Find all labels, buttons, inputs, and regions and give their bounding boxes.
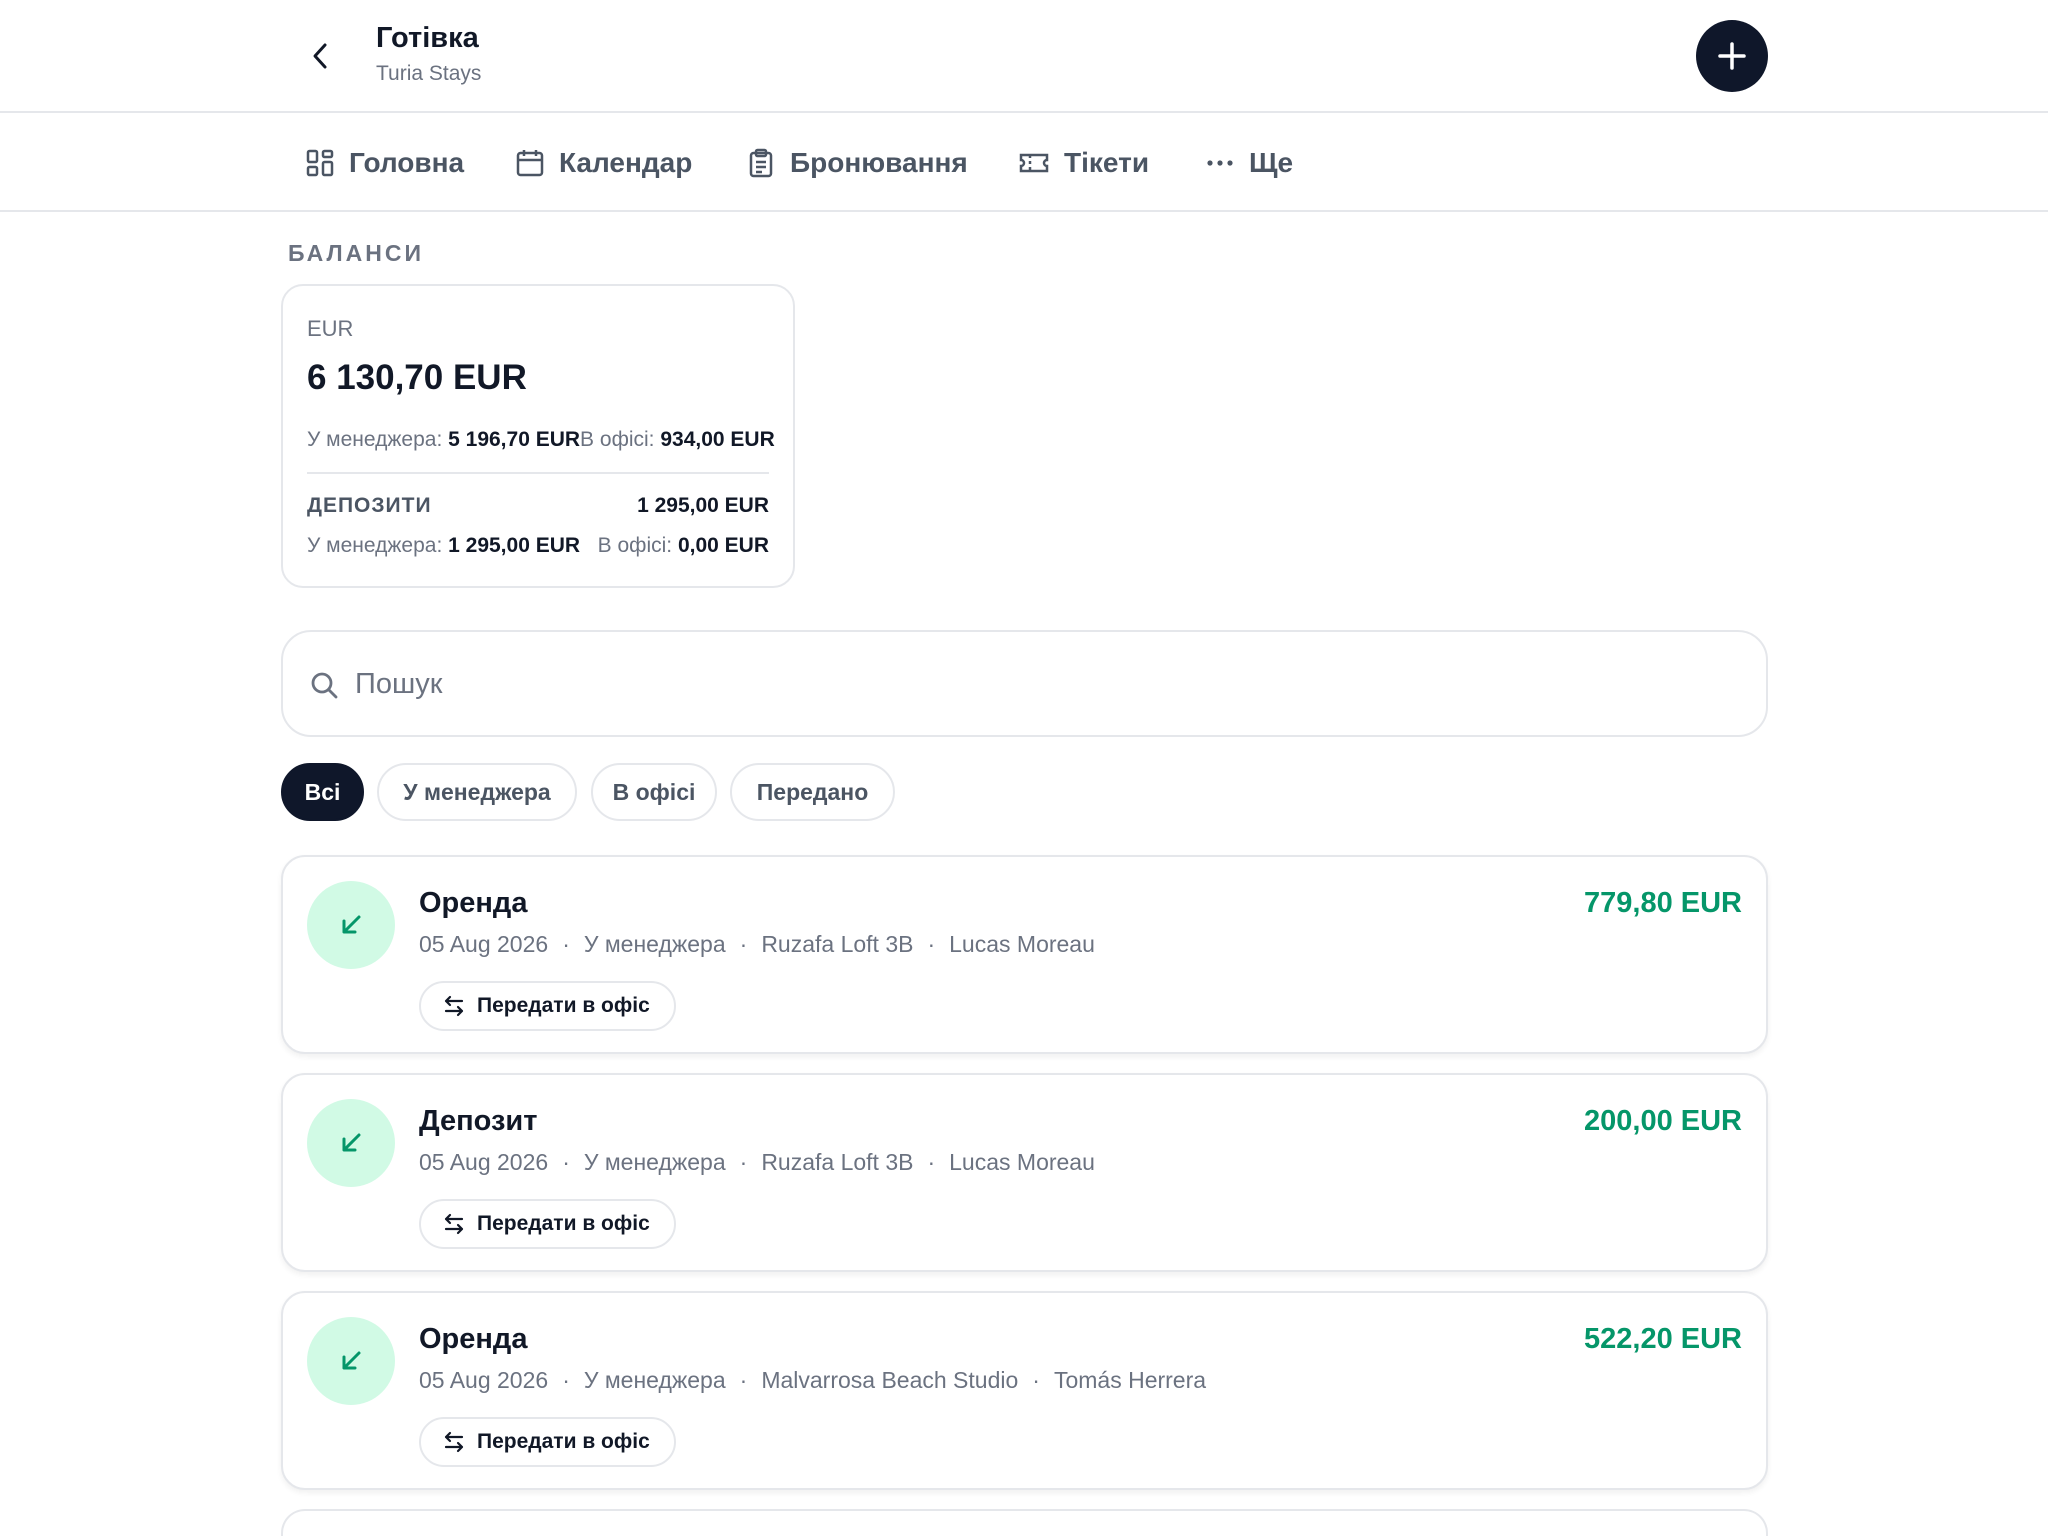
back-button[interactable] [300,36,340,76]
transfer-to-office-button[interactable]: Передати в офіс [419,981,676,1031]
arrow-down-left-icon [342,1133,361,1152]
balance-total: 6 130,70 EUR [307,358,527,397]
deposits-manager-label: У менеджера: [307,534,443,557]
balance-card: EUR 6 130,70 EUR У менеджера: 5 196,70 E… [281,284,795,588]
add-button[interactable] [1696,20,1768,92]
tab-bookings-label: Бронювання [790,147,968,178]
filter-office[interactable]: В офісі [591,763,717,821]
page-title: Готівка [376,22,479,54]
transaction-meta: 05 Aug 2026 · У менеджера · Malvarrosa Beach… [419,1367,1206,1394]
transaction-date: 05 Aug 2026 [419,1367,549,1393]
income-icon [307,881,395,969]
transaction-amount: 779,80 EUR [1584,887,1742,919]
transfer-button-label: Передати в офіс [477,1212,650,1235]
calendar-icon [516,150,544,177]
income-icon [307,1317,395,1405]
manager-value: 5 196,70 EUR [448,428,581,451]
filter-manager[interactable]: У менеджера [377,763,577,821]
tab-more[interactable]: Ще [1205,143,1293,183]
balances-heading: БАЛАНСИ [288,240,425,266]
deposits-office-value: 0,00 EUR [677,534,769,557]
transaction-card[interactable]: Депозит 05 Aug 2026 · У менеджера · Ruzafa L… [281,1073,1768,1272]
transaction-date: 05 Aug 2026 [419,931,549,957]
tab-more-label: Ще [1249,147,1294,178]
meta-separator: · [927,931,936,957]
chevron-left-icon [313,43,327,69]
filter-all[interactable]: Всі [281,763,364,821]
transaction-date: 05 Aug 2026 [419,1149,549,1175]
transaction-status: У менеджера [583,931,726,957]
transfer-button-label: Передати в офіс [477,1430,650,1453]
meta-separator: · [739,1367,748,1393]
balance-currency: EUR [307,316,354,341]
transaction-status: У менеджера [583,1367,726,1393]
transfer-to-office-button[interactable]: Передати в офіс [419,1199,676,1249]
income-icon [307,1099,395,1187]
grid-icon [306,149,334,177]
transaction-guest: Lucas Moreau [949,931,1095,957]
app-header: Готівка Turia Stays [0,0,2048,113]
deposits-label: ДЕПОЗИТИ [307,494,432,517]
transaction-title: Депозит [419,1105,538,1137]
filter-transferred[interactable]: Передано [730,763,895,821]
transaction-property: Ruzafa Loft 3B [761,931,914,957]
meta-separator: · [562,931,570,957]
balance-divider [307,472,769,474]
transaction-property: Malvarrosa Beach Studio [761,1367,1019,1393]
tab-bookings[interactable]: Бронювання [746,143,968,183]
tab-tickets-label: Тікети [1064,147,1150,178]
clipboard-icon [749,148,773,178]
tab-calendar-label: Календар [559,147,693,178]
search-icon [311,672,338,699]
office-label: В офісі: [580,428,655,451]
manager-label: У менеджера: [307,428,443,451]
deposits-total-value: 1 295,00 EUR [637,494,769,517]
meta-separator: · [1032,1367,1040,1393]
meta-separator: · [927,1149,936,1175]
transaction-meta: 05 Aug 2026 · У менеджера · Ruzafa Loft 3B · L… [419,1149,1095,1176]
tab-home[interactable]: Головна [305,143,464,183]
transaction-title: Оренда [419,887,528,919]
transaction-guest: Lucas Moreau [949,1149,1095,1175]
meta-separator: · [739,1149,748,1175]
tab-home-label: Головна [349,147,465,178]
more-icon [1207,160,1233,166]
transfer-to-office-button[interactable]: Передати в офіс [419,1417,676,1467]
page-subtitle: Turia Stays [376,62,482,85]
meta-separator: · [562,1367,570,1393]
transaction-status: У менеджера [583,1149,726,1175]
deposits-office-label: В офісі: [597,534,673,557]
tab-nav: Головна Календар Бронювання Тікети Ще [0,113,2048,212]
meta-separator: · [739,931,748,957]
search-input[interactable] [355,662,1735,706]
transaction-amount: 200,00 EUR [1584,1105,1742,1137]
deposits-office: В офісі: 0,00 EUR [598,534,769,558]
deposits-manager-value: 1 295,00 EUR [448,534,581,557]
transaction-title: Оренда [419,1323,528,1355]
transaction-amount: 522,20 EUR [1584,1323,1742,1355]
search-box [281,630,1768,737]
office-value: 934,00 EUR [660,428,775,451]
meta-separator: · [562,1149,570,1175]
deposits-total: 1 295,00 EUR [637,494,769,518]
transfer-icon [444,1431,464,1453]
transaction-card[interactable]: Оренда 05 Aug 2026 · У менеджера · Malvarros… [281,1291,1768,1490]
transaction-property: Ruzafa Loft 3B [761,1149,914,1175]
plus-icon [1718,42,1746,70]
transaction-card[interactable]: Оренда 05 Aug 2026 · У менеджера · Ruzafa Lo… [281,855,1768,1054]
balance-split: У менеджера: 5 196,70 EURВ офісі: 934,00… [307,428,775,452]
transfer-icon [444,1213,464,1235]
arrow-down-left-icon [342,1351,361,1370]
deposits-manager: У менеджера: 1 295,00 EUR [307,534,580,558]
tab-calendar[interactable]: Календар [515,143,692,183]
transfer-button-label: Передати в офіс [477,994,650,1017]
arrow-down-left-icon [342,915,361,934]
tab-tickets[interactable]: Тікети [1018,143,1149,183]
transaction-meta: 05 Aug 2026 · У менеджера · Ruzafa Loft 3B · L… [419,931,1095,958]
transaction-card-partial[interactable] [281,1509,1768,1536]
ticket-icon [1019,153,1049,173]
transaction-guest: Tomás Herrera [1053,1367,1207,1393]
transfer-icon [444,995,464,1017]
